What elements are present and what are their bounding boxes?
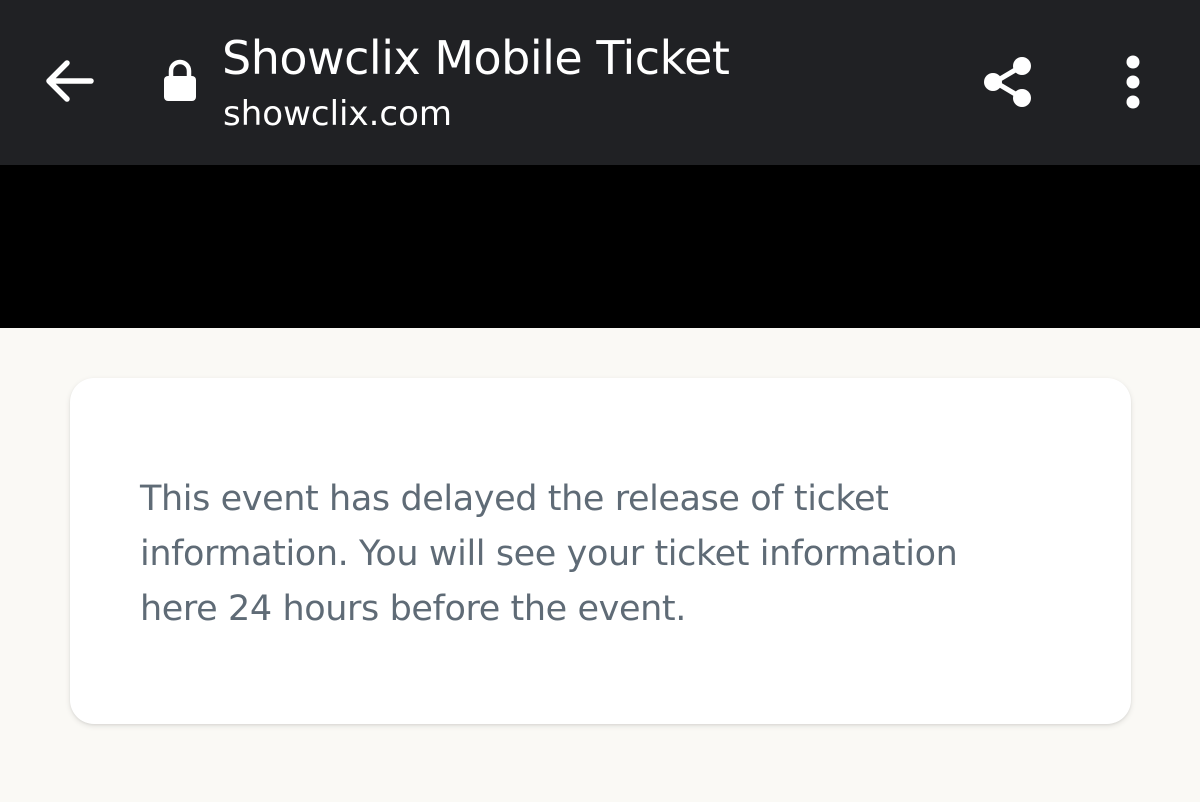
arrow-left-icon	[46, 60, 94, 102]
share-button[interactable]	[970, 44, 1046, 120]
more-vert-icon	[1126, 55, 1140, 109]
share-icon	[984, 57, 1031, 107]
delayed-release-message: This event has delayed the release of ti…	[140, 479, 958, 629]
page-title: Showclix Mobile Ticket	[222, 31, 730, 85]
overflow-menu-button[interactable]	[1104, 44, 1162, 120]
back-button[interactable]	[36, 48, 102, 114]
lock-icon	[164, 59, 196, 101]
ticket-info-card: This event has delayed the release of ti…	[70, 378, 1131, 724]
page-content: This event has delayed the release of ti…	[0, 328, 1200, 802]
event-banner	[0, 165, 1200, 328]
custom-tab-toolbar: Showclix Mobile Ticket showclix.com	[0, 0, 1200, 165]
page-url: showclix.com	[223, 94, 453, 134]
